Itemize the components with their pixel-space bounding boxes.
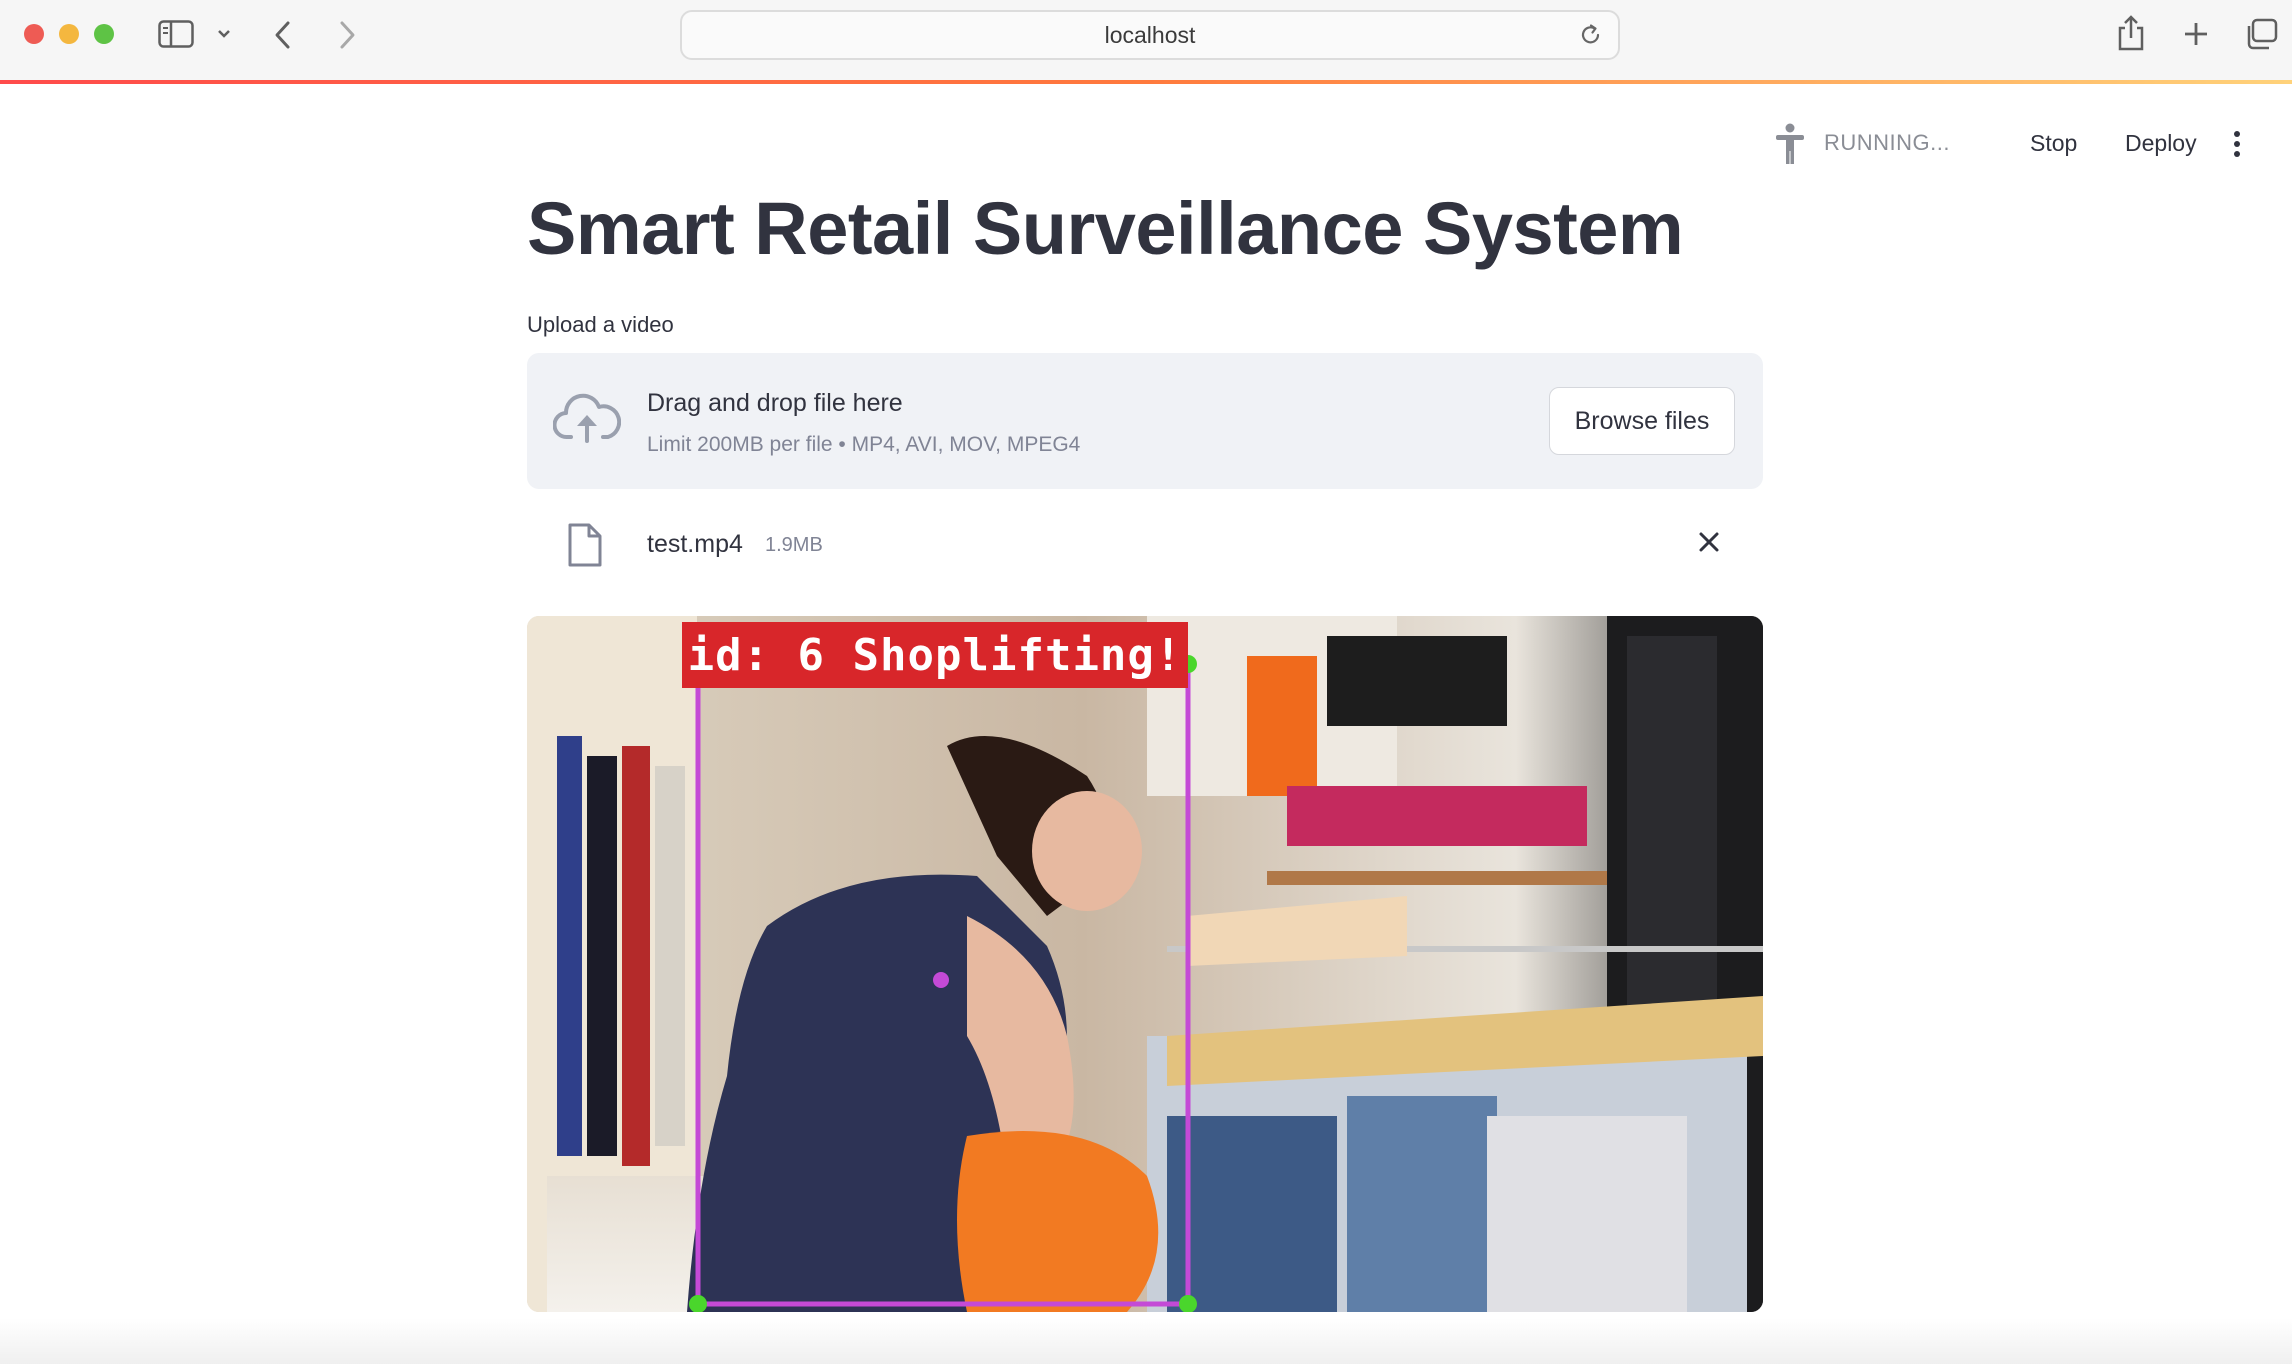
stop-button[interactable]: Stop — [2030, 130, 2077, 157]
detection-label: id: 6 Shoplifting! — [687, 629, 1183, 681]
chevron-down-icon[interactable] — [216, 28, 232, 40]
app-header: RUNNING... Stop Deploy — [1772, 118, 2292, 168]
main-menu-icon[interactable] — [2232, 130, 2242, 165]
remove-file-icon[interactable] — [1697, 530, 1721, 559]
close-window-button[interactable] — [24, 24, 44, 44]
video-frame[interactable]: id: 6 Shoplifting! — [527, 616, 1763, 1312]
tab-overview-icon[interactable] — [2244, 18, 2278, 50]
browse-files-button[interactable]: Browse files — [1549, 387, 1735, 455]
new-tab-icon[interactable] — [2182, 20, 2210, 48]
minimize-window-button[interactable] — [59, 24, 79, 44]
video-frame-image — [527, 616, 1763, 1312]
address-bar[interactable]: localhost — [680, 10, 1620, 60]
cloud-upload-icon — [552, 393, 622, 450]
page-title: Smart Retail Surveillance System — [527, 187, 1684, 270]
url-text: localhost — [1104, 21, 1196, 48]
deploy-button[interactable]: Deploy — [2125, 130, 2197, 157]
dropzone-limits: Limit 200MB per file • MP4, AVI, MOV, MP… — [647, 433, 1081, 456]
share-icon[interactable] — [2116, 14, 2146, 52]
sidebar-toggle-icon[interactable] — [158, 20, 194, 48]
dropzone-instructions: Drag and drop file here — [647, 389, 903, 417]
forward-icon[interactable] — [336, 20, 358, 50]
maximize-window-button[interactable] — [94, 24, 114, 44]
reload-icon[interactable] — [1578, 22, 1604, 54]
file-name: test.mp4 — [647, 530, 743, 558]
loading-progress-bar — [0, 80, 2292, 84]
uploader-label: Upload a video — [527, 312, 674, 337]
running-status: RUNNING... — [1824, 130, 1950, 155]
bottom-shadow — [0, 1318, 2292, 1364]
file-icon — [567, 522, 603, 573]
back-icon[interactable] — [272, 20, 294, 50]
file-size: 1.9MB — [765, 534, 823, 556]
uploaded-file-row: test.mp4 1.9MB — [527, 512, 1763, 582]
file-dropzone[interactable]: Drag and drop file here Limit 200MB per … — [527, 353, 1763, 489]
running-person-icon — [1772, 122, 1808, 171]
browser-toolbar: localhost — [0, 0, 2292, 80]
